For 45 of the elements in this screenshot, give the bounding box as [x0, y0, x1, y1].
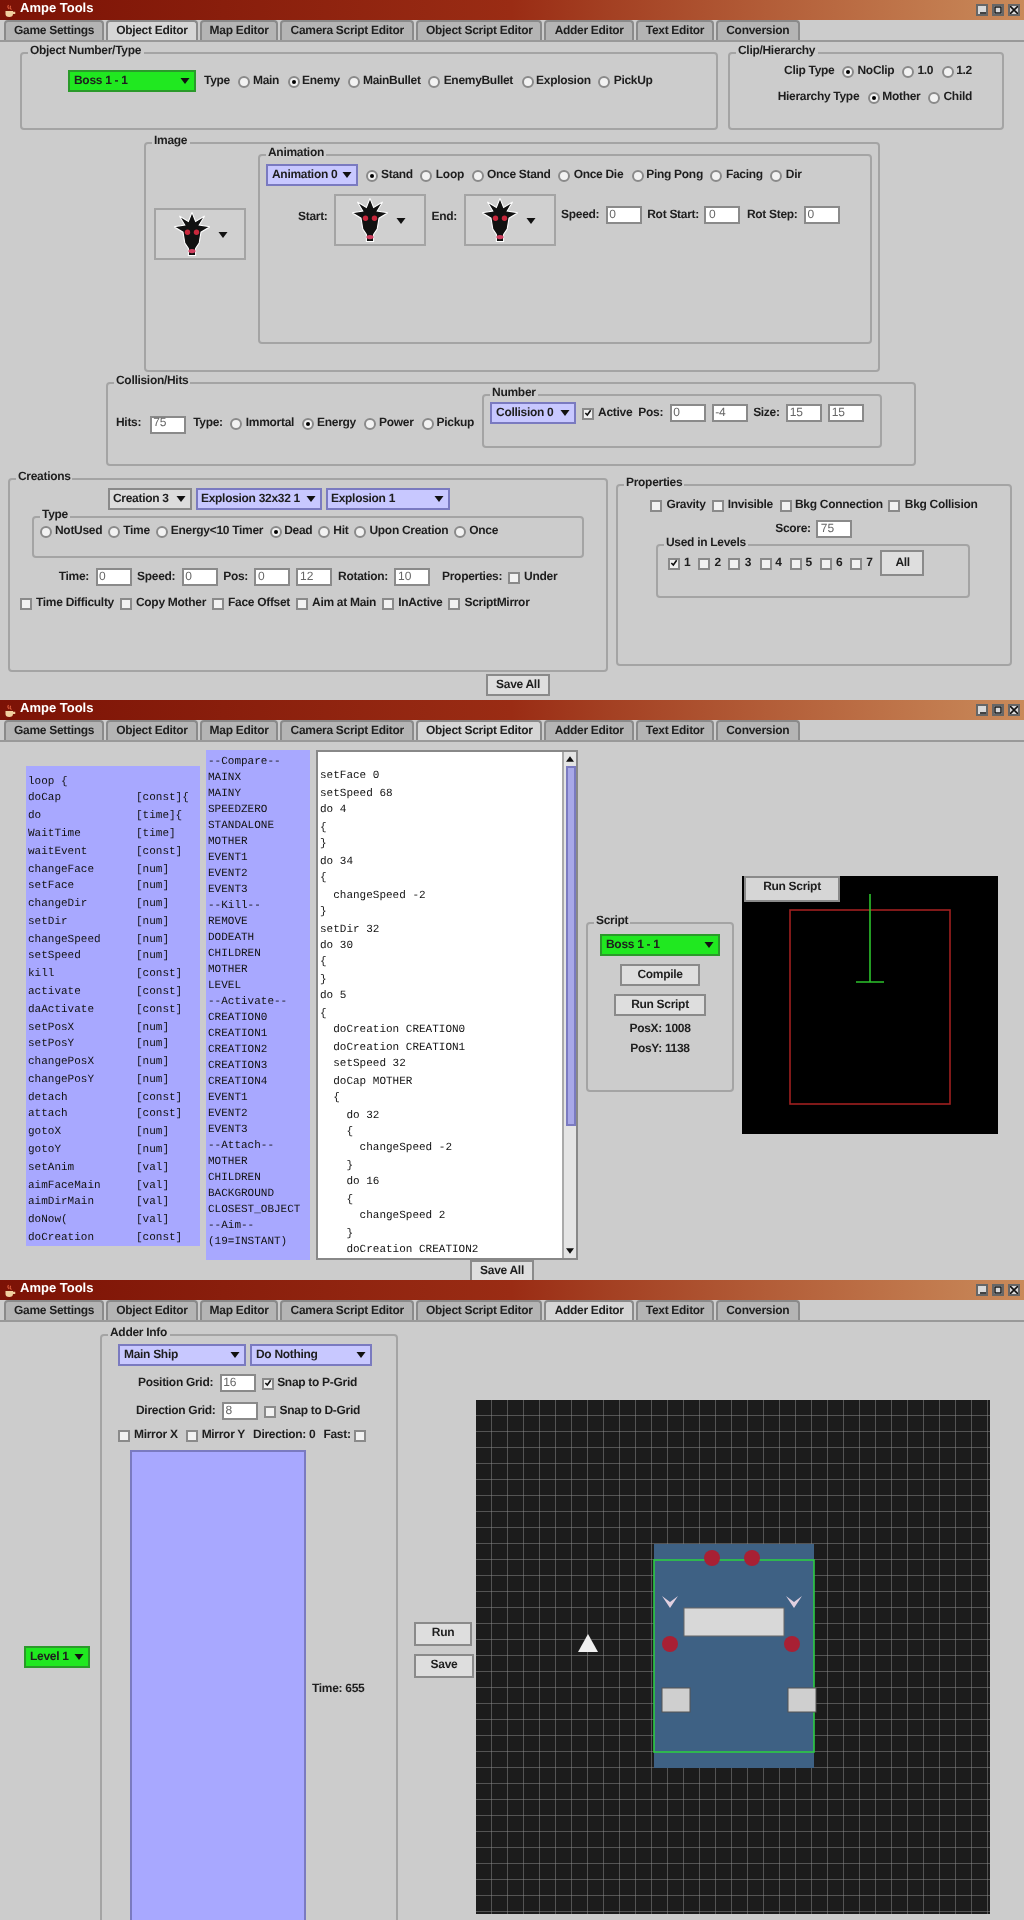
restore-icon: [994, 6, 1002, 14]
caret-icon: [433, 496, 443, 502]
restore-icon: [994, 1286, 1002, 1294]
caret-icon: [180, 78, 190, 84]
minimize-button[interactable]: [976, 4, 988, 16]
script-editor[interactable]: [316, 750, 578, 1260]
cup-icon: [4, 1283, 16, 1297]
caret-icon: [305, 496, 315, 502]
close-icon: [1010, 6, 1018, 14]
close-button[interactable]: [1008, 4, 1020, 16]
mask-sprite-icon: [352, 198, 389, 242]
minimize-button[interactable]: [976, 1284, 988, 1296]
mask-sprite-icon: [173, 212, 209, 256]
minimize-icon: [979, 712, 985, 714]
restore-icon: [994, 706, 1002, 714]
close-button[interactable]: [1008, 1284, 1020, 1296]
caret-icon: [230, 1352, 240, 1358]
maximize-button[interactable]: [992, 4, 1004, 16]
sprite-picker[interactable]: [154, 208, 246, 260]
caret-icon: [526, 217, 537, 223]
sprite-picker[interactable]: [463, 194, 556, 246]
mask-sprite-icon: [482, 198, 519, 242]
caret-icon: [217, 231, 227, 237]
close-icon: [1010, 706, 1018, 714]
down-arrow-icon[interactable]: [566, 1248, 574, 1254]
close-icon: [1010, 1286, 1018, 1294]
sprite-picker[interactable]: [333, 194, 426, 246]
scrollbar-thumb[interactable]: [565, 766, 575, 1126]
caret-icon: [74, 1654, 84, 1660]
caret-icon: [396, 217, 407, 223]
maximize-button[interactable]: [992, 704, 1004, 716]
close-button[interactable]: [1008, 704, 1020, 716]
caret-icon: [356, 1352, 366, 1358]
minimize-button[interactable]: [976, 704, 988, 716]
caret-icon: [175, 496, 185, 502]
minimize-icon: [979, 1292, 985, 1294]
scrollbar[interactable]: [562, 752, 576, 1258]
caret-icon: [560, 410, 571, 416]
cup-icon: [4, 703, 16, 717]
maximize-button[interactable]: [992, 1284, 1004, 1296]
caret-icon: [342, 172, 352, 178]
minimize-icon: [979, 12, 985, 14]
cup-icon: [4, 3, 16, 17]
caret-icon: [704, 942, 714, 948]
up-arrow-icon[interactable]: [566, 756, 574, 762]
